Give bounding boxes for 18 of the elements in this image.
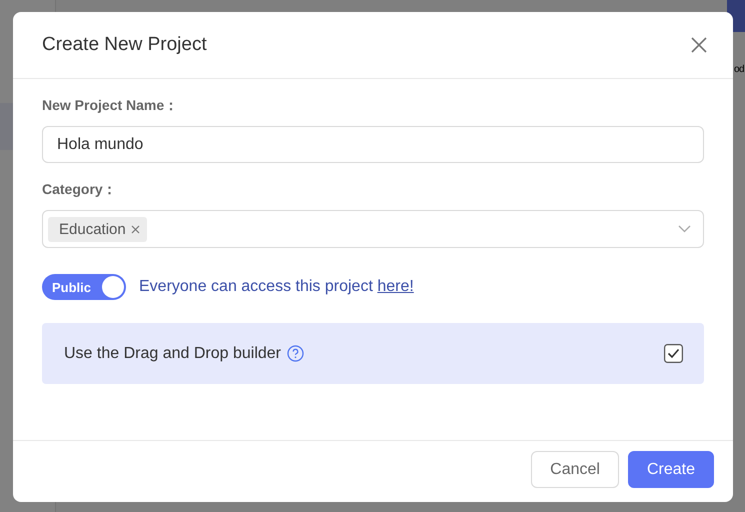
dialog-title: Create New Project	[42, 34, 207, 56]
help-icon[interactable]	[287, 345, 304, 362]
cancel-button[interactable]: Cancel	[531, 451, 619, 488]
project-name-field[interactable]: Hola mundo	[42, 126, 704, 163]
remove-icon[interactable]	[130, 224, 140, 234]
category-select[interactable]: Education	[42, 210, 704, 248]
checkbox[interactable]	[664, 344, 683, 363]
here-link[interactable]: here!	[377, 278, 414, 295]
visibility-description: Everyone can access this project here!	[139, 278, 414, 296]
field-label: Category：	[42, 181, 118, 199]
close-icon[interactable]	[691, 37, 707, 53]
category-tag: Education	[48, 216, 147, 242]
create-button[interactable]: Create	[628, 451, 714, 488]
public-toggle[interactable]: Public	[42, 274, 126, 300]
chevron-down-icon	[678, 225, 691, 233]
background-text: od	[734, 64, 744, 75]
field-label: New Project Name：	[42, 97, 180, 115]
option-label: Use the Drag and Drop builder	[64, 344, 282, 362]
